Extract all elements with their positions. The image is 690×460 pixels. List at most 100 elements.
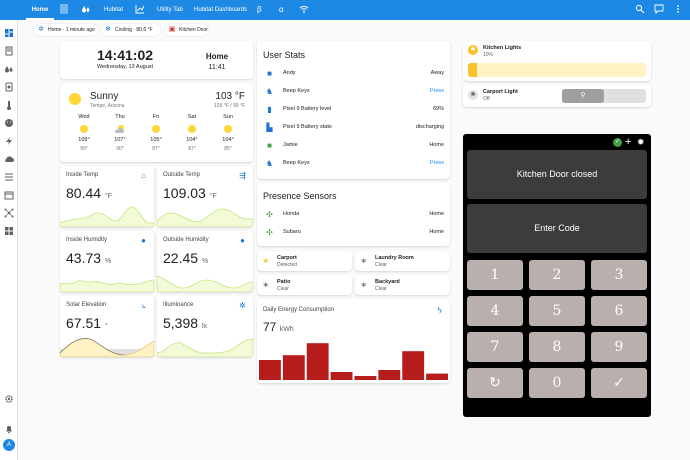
bolt-icon: ϟ	[437, 306, 442, 315]
cloud-icon[interactable]	[4, 154, 14, 164]
keypad-key-3[interactable]: 3	[591, 260, 647, 290]
light-tile-carport[interactable]: ✱ Carport Light Off ⚲	[463, 85, 651, 107]
list-item[interactable]: ■ Jamie Home	[263, 138, 444, 154]
water-icon[interactable]	[4, 64, 14, 74]
brightness-slider[interactable]	[468, 63, 646, 77]
settings-icon[interactable]: ✹	[637, 136, 645, 148]
chip-kitchen-door[interactable]: ▣ Kitchen Door	[165, 24, 209, 36]
list-item[interactable]: ♞ Beep Keys Press	[263, 156, 444, 172]
tab-wifi-icon[interactable]	[298, 4, 310, 16]
chip-cooling[interactable]: ❄ Cooling · 80.6 °F	[101, 24, 161, 36]
list-item[interactable]: ▙ Pixel 9 Battery state discharging	[263, 120, 444, 136]
tab-hubitat[interactable]: Hubitat	[104, 0, 123, 20]
card-title: Illuminance	[163, 302, 194, 308]
light-toggle[interactable]: ⚲	[562, 89, 646, 103]
tab-utility[interactable]: Utility Tab	[157, 0, 183, 20]
outside-humidity-card[interactable]: Outside Humidity ● 22.45 %	[157, 231, 253, 292]
keypad-key-2[interactable]: 2	[529, 260, 585, 290]
apps-icon[interactable]	[4, 226, 14, 236]
keypad-key-4[interactable]: 4	[467, 296, 523, 326]
thermostat-icon[interactable]	[4, 82, 14, 92]
weather-temp: 103 °F	[215, 91, 245, 102]
inside-temp-card[interactable]: Inside Temp ⌂ 80.44 °F	[60, 166, 154, 227]
card-title: User Stats	[263, 50, 306, 60]
zone-label: Home	[205, 52, 229, 61]
refresh-icon[interactable]: ↻	[467, 368, 523, 398]
keypad-key-9[interactable]: 9	[591, 332, 647, 362]
motion-active-icon: ✶	[262, 256, 270, 266]
forecast-day: Fri	[152, 114, 160, 120]
assist-icon[interactable]	[653, 4, 665, 16]
keypad-panel: ✓ + ✹ Kitchen Door closed Enter Code 1 2…	[463, 134, 651, 417]
motion-tile-laundry-room[interactable]: ✶ Laundry Room Clear	[355, 251, 450, 271]
sensor-value: 22.45 %	[163, 250, 209, 266]
enter-code-display[interactable]: Enter Code	[467, 204, 647, 253]
car-icon: ✣	[266, 210, 273, 219]
weather-card[interactable]: Sunny Tempe, Arizona 103 °F 109 °F / 99 …	[60, 83, 253, 162]
energy-bar	[330, 372, 353, 380]
more-vert-icon[interactable]	[672, 4, 684, 16]
network-icon[interactable]	[4, 208, 14, 218]
energy-bar	[426, 373, 448, 380]
tab-alpha[interactable]: α	[279, 0, 284, 20]
dashboard-icon[interactable]	[4, 28, 14, 38]
calendar-icon[interactable]	[4, 190, 14, 200]
list-item[interactable]: ✣ Subaru Home	[263, 225, 444, 241]
forecast-day: Thu	[115, 114, 125, 120]
motion-tile-carport[interactable]: ✶ Carport Detected	[257, 251, 352, 271]
bell-icon: ♞	[265, 159, 274, 168]
motion-tile-patio[interactable]: ✶ Patio Clear	[257, 275, 352, 295]
light-tile-kitchen[interactable]: ✱ Kitchen Lights 10%	[463, 41, 651, 81]
energy-bar	[354, 376, 377, 380]
list-item[interactable]: ▮ Pixel 9 Battery level 69%	[263, 102, 444, 118]
keypad-key-8[interactable]: 8	[529, 332, 585, 362]
card-title: Daily Energy Consumption	[263, 307, 335, 313]
search-icon[interactable]	[634, 4, 646, 16]
slider-fill	[468, 63, 477, 77]
avatar[interactable]: A	[3, 439, 15, 451]
brightness-icon: ✲	[239, 301, 246, 310]
top-app-bar: Home Hubitat Utility Tab Hubitat Dashboa…	[0, 0, 690, 20]
thermometer-icon[interactable]	[4, 100, 14, 110]
tab-chart-icon[interactable]	[134, 4, 146, 16]
tab-beta[interactable]: β	[257, 0, 262, 20]
keypad-key-0[interactable]: 0	[529, 368, 585, 398]
check-icon[interactable]: ✓	[591, 368, 647, 398]
water-drop-icon: ●	[141, 236, 146, 245]
keypad-key-7[interactable]: 7	[467, 332, 523, 362]
list-item[interactable]: ■ Andy Away	[263, 66, 444, 82]
tab-hvac-icon[interactable]	[58, 4, 70, 16]
sparkline	[157, 275, 253, 292]
hvac-icon[interactable]	[4, 46, 14, 56]
bolt-icon[interactable]	[4, 136, 14, 146]
keypad-key-5[interactable]: 5	[529, 296, 585, 326]
forecast-high: 109°	[78, 137, 90, 143]
add-icon[interactable]: +	[625, 136, 631, 148]
settings-icon[interactable]	[4, 394, 14, 404]
motion-tile-backyard[interactable]: ✶ Backyard Clear	[355, 275, 450, 295]
energy-card[interactable]: Daily Energy Consumption ϟ 77 kWh	[257, 299, 450, 383]
sidebar: A	[0, 20, 18, 460]
inside-humidity-card[interactable]: Inside Humidity ● 43.73 %	[60, 231, 154, 292]
list-icon[interactable]	[4, 172, 14, 182]
tab-home[interactable]: Home	[26, 0, 54, 20]
illuminance-card[interactable]: Illuminance ✲ 5,398 lx	[157, 296, 253, 357]
sun-icon	[152, 125, 160, 133]
door-icon: ▣	[168, 26, 176, 33]
keypad-key-6[interactable]: 6	[591, 296, 647, 326]
list-item[interactable]: ♞ Beep Keys Press	[263, 84, 444, 100]
forecast-high: 104°	[186, 137, 198, 143]
motion-clear-icon: ✶	[360, 256, 368, 266]
forecast-high: 107°	[114, 137, 126, 143]
outside-temp-card[interactable]: Outside Temp ⇶ 109.03 °F	[157, 166, 253, 227]
tab-hubitat-dashboards[interactable]: Hubitat Dashboards	[194, 0, 247, 20]
solar-elevation-card[interactable]: Solar Elevation ⦣ 67.51 °	[60, 296, 154, 357]
list-item[interactable]: ✣ Honda Home	[263, 207, 444, 223]
tab-water-icon[interactable]	[80, 4, 92, 16]
chip-home[interactable]: ✲ Home · 1 minute ago	[34, 24, 98, 36]
forecast-low: 85°	[224, 146, 232, 152]
face-icon[interactable]	[4, 118, 14, 128]
notifications-icon[interactable]	[4, 424, 14, 434]
energy-bar	[259, 360, 281, 380]
keypad-key-1[interactable]: 1	[467, 260, 523, 290]
